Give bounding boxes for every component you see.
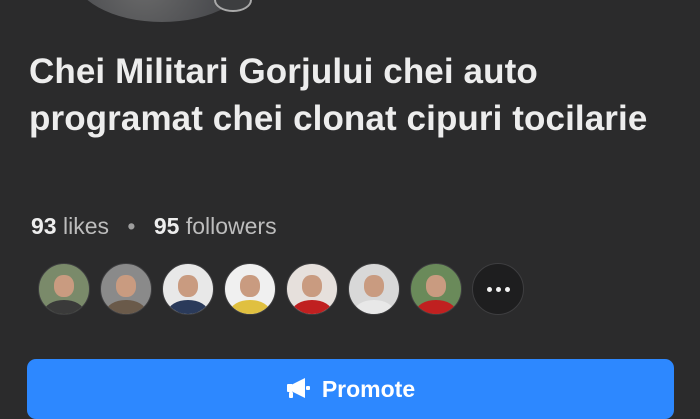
follower-avatar-4[interactable] bbox=[224, 263, 276, 315]
avatar-head bbox=[54, 275, 74, 297]
avatar-body bbox=[168, 300, 208, 314]
avatar-head bbox=[364, 275, 384, 297]
more-dots-icon bbox=[473, 264, 523, 314]
followers-label[interactable]: followers bbox=[186, 213, 277, 239]
avatar-body bbox=[106, 300, 146, 314]
likes-label[interactable]: likes bbox=[63, 213, 109, 239]
page-title: Chei Militari Gorjului chei auto program… bbox=[29, 52, 648, 138]
stats-separator: • bbox=[127, 213, 136, 239]
promote-label: Promote bbox=[321, 376, 416, 402]
follower-avatar-1[interactable] bbox=[38, 263, 90, 315]
avatar-body bbox=[292, 300, 332, 314]
promote-button[interactable]: Promote bbox=[27, 359, 674, 419]
likes-count: 93 bbox=[31, 213, 57, 239]
megaphone-icon bbox=[286, 378, 310, 398]
avatar-body bbox=[354, 300, 394, 314]
followers-count: 95 bbox=[153, 213, 180, 239]
avatar-body bbox=[44, 300, 84, 314]
follower-avatar-7[interactable] bbox=[410, 263, 462, 315]
follower-avatar-3[interactable] bbox=[162, 263, 214, 315]
avatar-head bbox=[426, 275, 446, 297]
avatar-body bbox=[416, 300, 456, 314]
avatar-head bbox=[302, 275, 322, 297]
more-followers-avatar[interactable] bbox=[472, 263, 524, 315]
avatar-body bbox=[230, 300, 270, 314]
follower-avatar-5[interactable] bbox=[286, 263, 338, 315]
follower-avatar-6[interactable] bbox=[348, 263, 400, 315]
avatar-head bbox=[178, 275, 198, 297]
page-stats: 93 likes • 95 followers bbox=[31, 212, 277, 240]
avatar-head bbox=[116, 275, 136, 297]
avatar-head bbox=[240, 275, 260, 297]
follower-avatar-2[interactable] bbox=[100, 263, 152, 315]
